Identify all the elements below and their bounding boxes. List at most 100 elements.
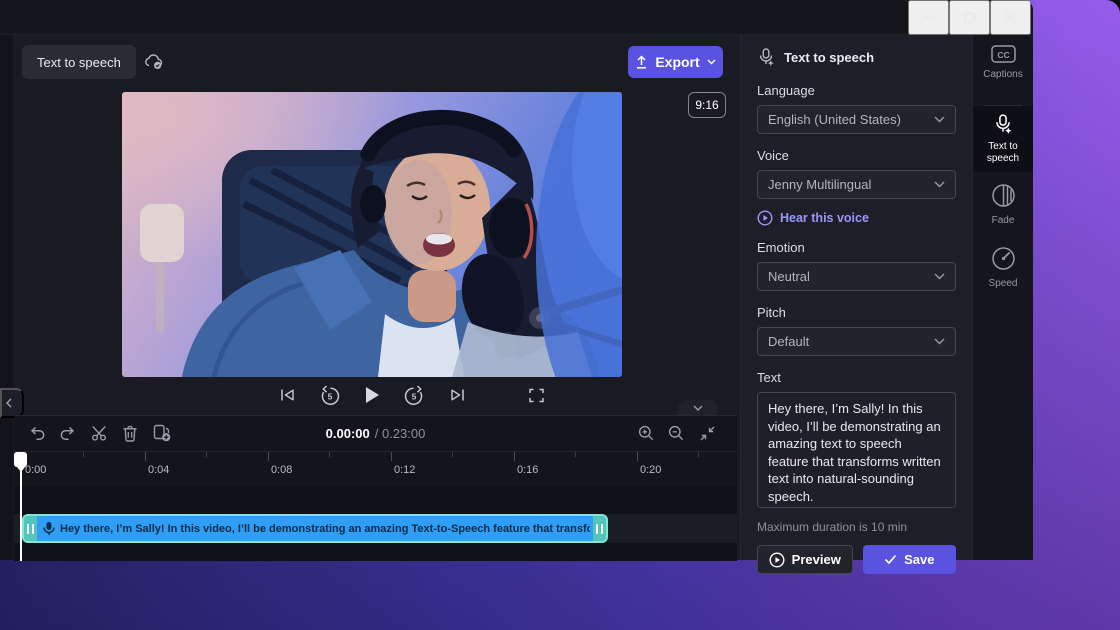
tab-text-to-speech-label: Text to speech bbox=[986, 141, 1020, 164]
panel-title: Text to speech bbox=[784, 50, 875, 65]
save-label: Save bbox=[904, 552, 935, 567]
timeline-toolbar: 0.00:00 / 0.23:00 bbox=[14, 416, 737, 450]
play-circle-icon bbox=[757, 210, 773, 226]
text-to-speech-panel: Text to speech Language English (United … bbox=[740, 35, 972, 574]
collapsed-sidebar bbox=[0, 35, 13, 560]
close-icon bbox=[1005, 12, 1016, 23]
close-button[interactable] bbox=[990, 0, 1031, 35]
max-duration-note: Maximum duration is 10 min bbox=[757, 520, 908, 534]
zoom-out-icon bbox=[668, 425, 684, 441]
voice-select[interactable]: Jenny Multilingual bbox=[757, 170, 956, 199]
timeline: 0.00:00 / 0.23:00 0:00 0:04 0:08 0:12 0:… bbox=[14, 415, 737, 561]
voice-label: Voice bbox=[757, 148, 789, 163]
tool-tab-strip: CC Captions Text to speech Fade Speed bbox=[972, 35, 1033, 560]
zoom-in-button[interactable] bbox=[635, 421, 657, 445]
chevron-down-icon bbox=[707, 59, 716, 65]
app-window: Text to speech Export 9:16 5 5 0.00:00 /… bbox=[0, 0, 1033, 574]
video-preview bbox=[122, 92, 622, 377]
tts-text-input[interactable]: Hey there, I’m Sally! In this video, I’l… bbox=[757, 392, 956, 508]
transport-bar: 5 5 bbox=[122, 377, 622, 413]
tab-text-to-speech[interactable]: Text to speech bbox=[973, 106, 1033, 172]
emotion-select[interactable]: Neutral bbox=[757, 262, 956, 291]
ruler-label: 0:20 bbox=[640, 464, 662, 476]
play-circle-icon bbox=[769, 551, 785, 568]
preview-button[interactable]: Preview bbox=[757, 545, 853, 574]
clip-name-chip[interactable]: Text to speech bbox=[22, 45, 136, 79]
ruler-tick-minor bbox=[83, 452, 84, 457]
ruler-label: 0:04 bbox=[148, 464, 170, 476]
emotion-value: Neutral bbox=[768, 269, 810, 284]
checkmark-icon bbox=[884, 554, 897, 565]
ruler-tick bbox=[391, 452, 392, 461]
pitch-label: Pitch bbox=[757, 305, 786, 320]
tab-speed[interactable]: Speed bbox=[973, 235, 1033, 298]
aspect-ratio-badge[interactable]: 9:16 bbox=[688, 92, 726, 118]
export-label: Export bbox=[655, 54, 700, 70]
playhead[interactable] bbox=[14, 452, 27, 472]
play-button[interactable] bbox=[362, 383, 382, 407]
chevron-left-icon bbox=[5, 398, 12, 408]
language-value: English (United States) bbox=[768, 112, 901, 127]
skip-to-end-icon bbox=[450, 389, 464, 401]
cloud-saved-icon bbox=[143, 53, 165, 70]
ruler-tick-minor bbox=[575, 452, 576, 457]
ruler-tick bbox=[268, 452, 269, 461]
language-select[interactable]: English (United States) bbox=[757, 105, 956, 134]
fullscreen-button[interactable] bbox=[525, 383, 547, 407]
timeline-tracks: Hey there, I’m Sally! In this video, I’l… bbox=[14, 486, 737, 561]
maximize-button[interactable] bbox=[949, 0, 990, 35]
tts-audio-clip[interactable]: Hey there, I’m Sally! In this video, I’l… bbox=[22, 514, 608, 543]
aspect-ratio-value: 9:16 bbox=[695, 98, 719, 112]
minimize-icon bbox=[923, 16, 934, 19]
clip-trim-handle-left[interactable] bbox=[24, 516, 37, 541]
chevron-down-icon bbox=[934, 181, 945, 188]
tab-fade-label: Fade bbox=[991, 215, 1015, 226]
chevron-down-icon bbox=[934, 116, 945, 123]
tab-captions-label: Captions bbox=[983, 69, 1023, 80]
ruler-tick bbox=[145, 452, 146, 461]
svg-text:5: 5 bbox=[412, 391, 417, 401]
play-icon bbox=[365, 387, 379, 403]
skip-to-end-button[interactable] bbox=[446, 383, 468, 407]
rewind-5-button[interactable]: 5 bbox=[319, 383, 341, 407]
hear-this-voice-button[interactable]: Hear this voice bbox=[757, 210, 869, 226]
tab-speed-label: Speed bbox=[988, 278, 1018, 289]
fit-to-timeline-button[interactable] bbox=[696, 421, 718, 445]
fit-to-screen-icon bbox=[700, 426, 714, 440]
export-button[interactable]: Export bbox=[628, 46, 723, 78]
ruler-label: 0:08 bbox=[271, 464, 293, 476]
titlebar bbox=[0, 0, 1033, 35]
text-label: Text bbox=[757, 370, 781, 385]
pitch-select[interactable]: Default bbox=[757, 327, 956, 356]
clip-text: Hey there, I’m Sally! In this video, I’l… bbox=[60, 522, 590, 535]
speed-icon bbox=[991, 247, 1015, 270]
pitch-value: Default bbox=[768, 334, 810, 349]
rewind-5-icon: 5 bbox=[321, 384, 340, 405]
minimize-button[interactable] bbox=[908, 0, 949, 35]
tab-fade[interactable]: Fade bbox=[973, 172, 1033, 235]
fade-icon bbox=[991, 184, 1015, 207]
clip-trim-handle-right[interactable] bbox=[593, 516, 606, 541]
timeline-time-display: 0.00:00 / 0.23:00 bbox=[14, 416, 737, 450]
chevron-down-icon bbox=[934, 273, 945, 280]
ruler-tick bbox=[514, 452, 515, 461]
maximize-icon bbox=[964, 12, 975, 23]
save-button[interactable]: Save bbox=[862, 545, 956, 574]
ruler-label: 0:12 bbox=[394, 464, 416, 476]
timeline-ruler[interactable]: 0:00 0:04 0:08 0:12 0:16 0:20 bbox=[14, 451, 737, 486]
captions-icon: CC bbox=[990, 45, 1016, 63]
language-label: Language bbox=[757, 83, 815, 98]
timeline-collapse-toggle[interactable] bbox=[678, 400, 718, 415]
export-icon bbox=[637, 55, 647, 69]
skip-to-start-button[interactable] bbox=[276, 383, 298, 407]
tab-captions[interactable]: CC Captions bbox=[973, 35, 1033, 98]
forward-5-icon: 5 bbox=[404, 384, 423, 405]
chevron-down-icon bbox=[934, 338, 945, 345]
forward-5-button[interactable]: 5 bbox=[403, 383, 425, 407]
mic-sparkle-icon bbox=[759, 48, 774, 66]
zoom-out-button[interactable] bbox=[665, 421, 687, 445]
mic-sparkle-icon bbox=[996, 114, 1012, 134]
chevron-down-icon bbox=[693, 405, 703, 411]
sidebar-collapse-toggle[interactable] bbox=[0, 388, 24, 418]
ruler-tick-minor bbox=[452, 452, 453, 457]
